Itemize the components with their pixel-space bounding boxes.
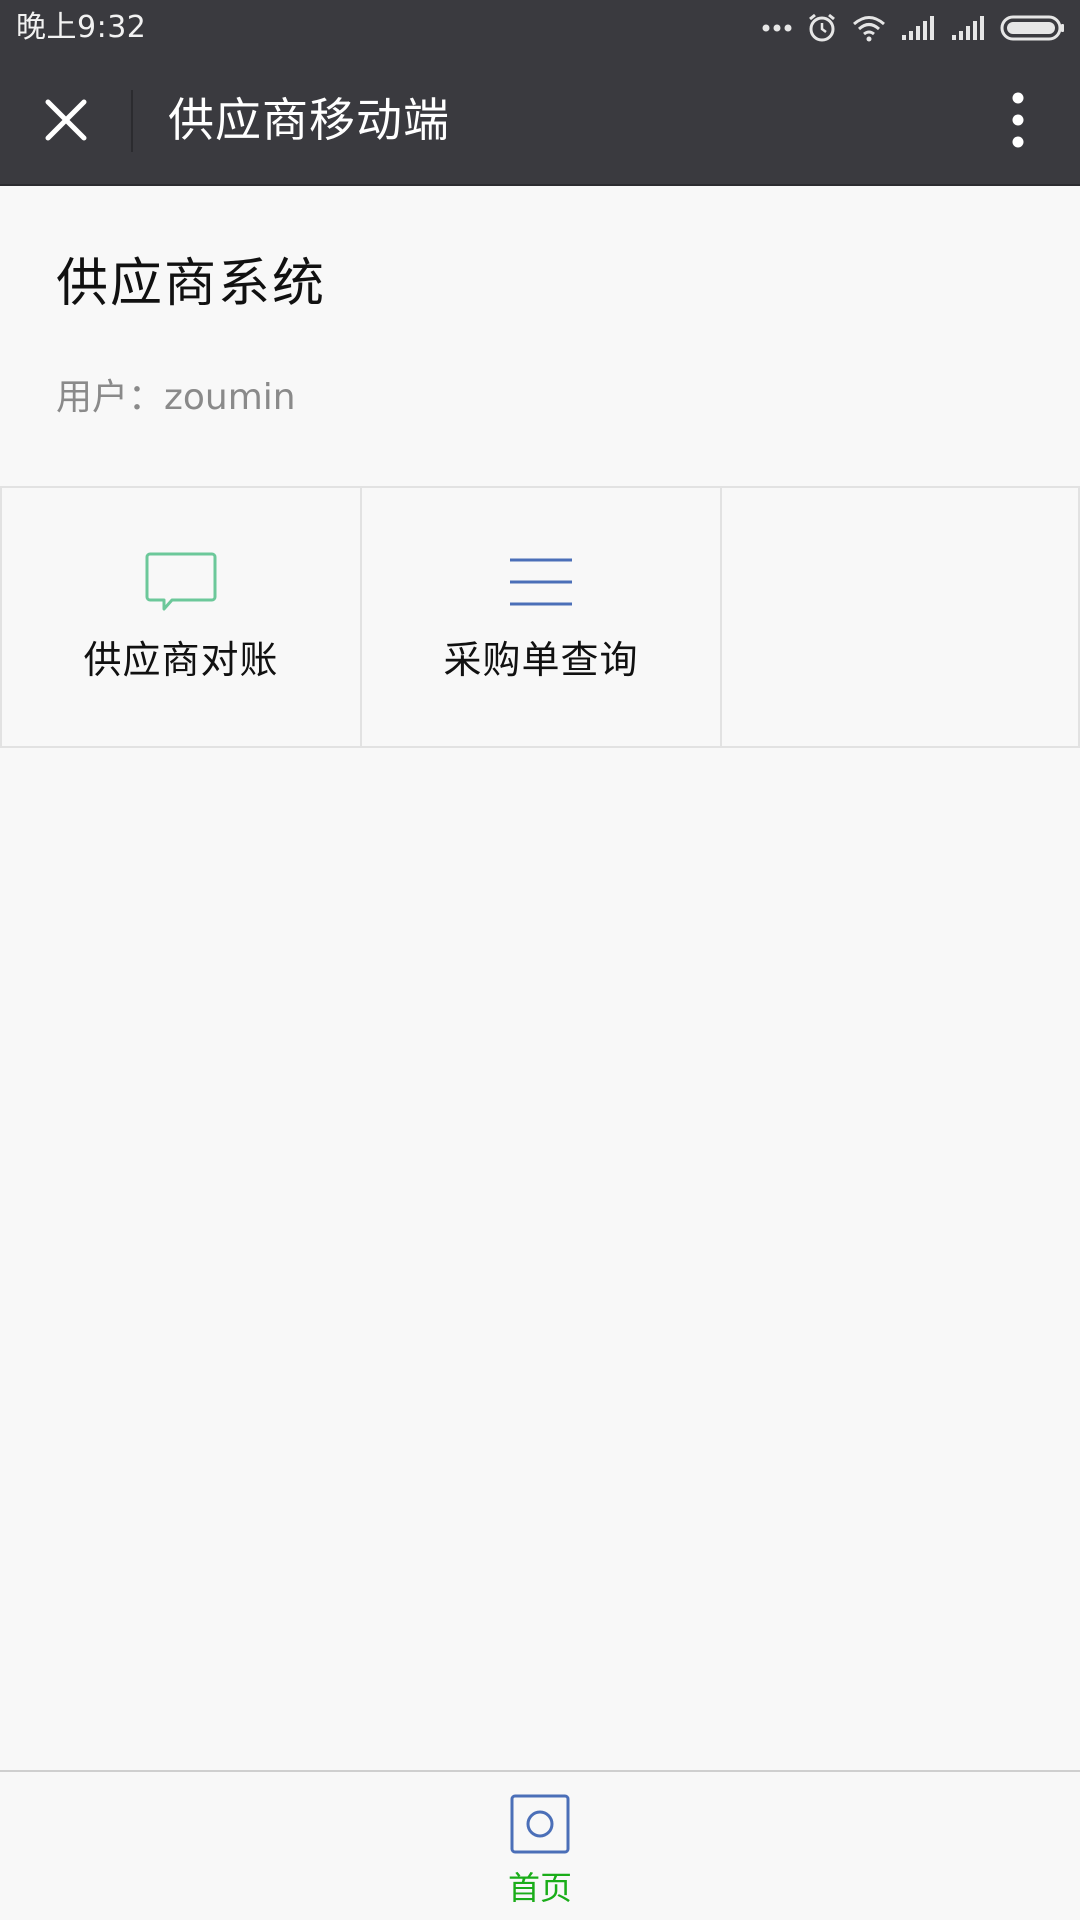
- tab-home-label: 首页: [507, 1869, 572, 1907]
- user-label: 用户：zoumin: [56, 377, 296, 418]
- system-header: 供应商系统 用户：zoumin: [0, 186, 1080, 486]
- title-bar: 供应商移动端: [0, 56, 1080, 186]
- title-divider: [131, 90, 133, 152]
- close-icon: [42, 96, 90, 148]
- wifi-icon: [852, 14, 886, 42]
- grid-item-purchase-order-query[interactable]: 采购单查询: [360, 488, 720, 746]
- grid-item-label: 采购单查询: [443, 638, 639, 682]
- grid-item-empty: [720, 488, 1080, 746]
- more-dots-icon: [762, 23, 792, 33]
- system-title: 供应商系统: [56, 254, 327, 314]
- app-screen: 晚上9:32 供应商移动端 供应商系统 用户：zoumin 供应商对账 采购单查…: [0, 0, 1080, 1920]
- status-bar: 晚上9:32: [0, 0, 1080, 56]
- status-time: 晚上9:32: [16, 10, 147, 45]
- signal-icon: [950, 15, 986, 41]
- tab-home[interactable]: 首页: [490, 1790, 590, 1916]
- bottom-tab-bar: 首页: [0, 1770, 1080, 1920]
- list-lines-icon: [501, 548, 581, 616]
- status-icons: [762, 8, 1066, 48]
- function-grid: 供应商对账 采购单查询: [0, 486, 1080, 748]
- chat-bubble-icon: [141, 548, 221, 616]
- close-button[interactable]: [28, 84, 104, 160]
- more-vertical-icon: [1011, 92, 1025, 152]
- more-options-button[interactable]: [988, 84, 1048, 160]
- page-header-title: 供应商移动端: [168, 93, 450, 147]
- grid-item-label: 供应商对账: [83, 638, 279, 682]
- home-square-icon: [510, 1794, 570, 1854]
- grid-item-supplier-reconciliation[interactable]: 供应商对账: [0, 488, 360, 746]
- signal-icon: [900, 15, 936, 41]
- alarm-icon: [806, 12, 838, 44]
- battery-icon: [1000, 14, 1066, 42]
